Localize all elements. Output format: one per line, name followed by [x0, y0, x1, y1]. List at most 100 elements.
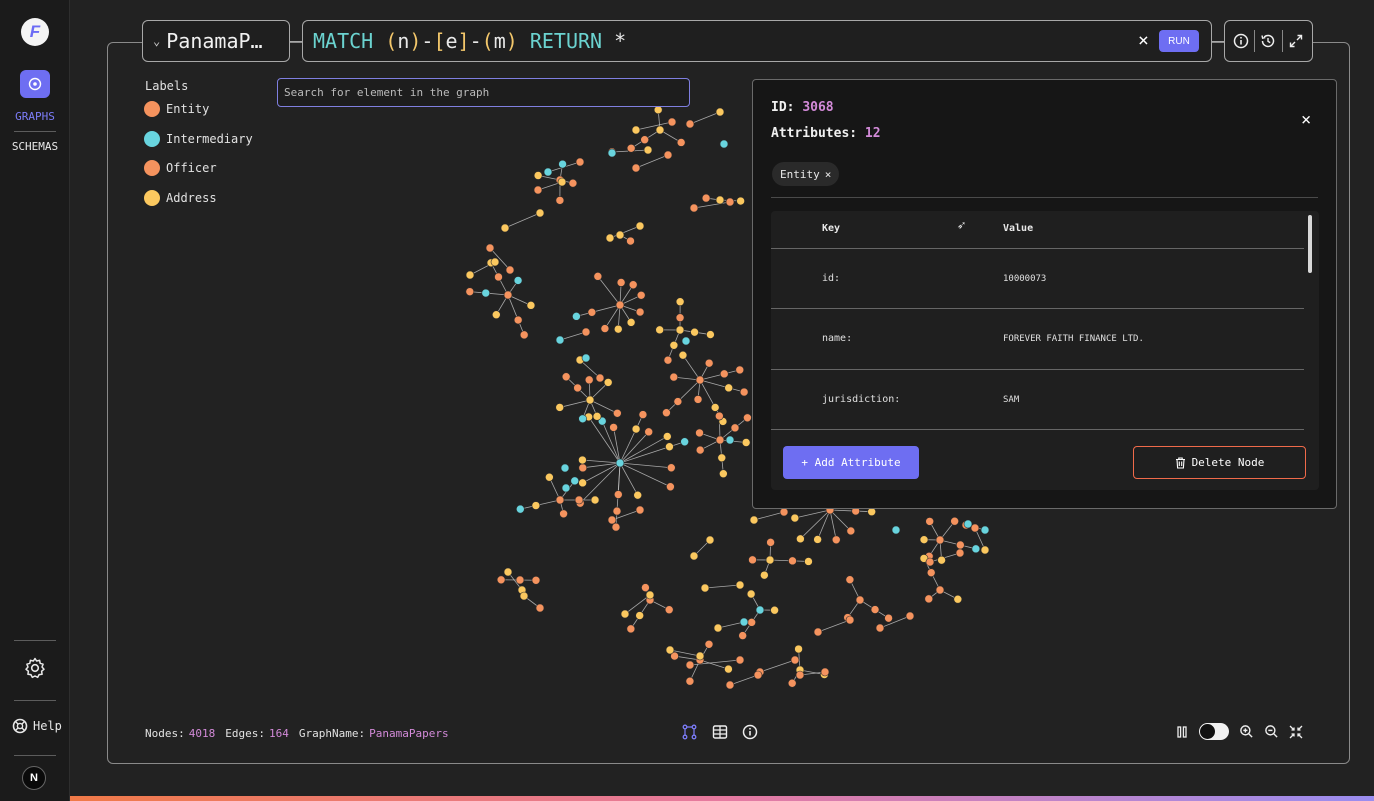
legend-label: Officer: [166, 161, 217, 175]
app-window: F GRAPHS SCHEMAS Help N ⌄ PanamaP… MATCH…: [0, 0, 1374, 801]
query-op: *: [614, 29, 627, 53]
help-label: Help: [33, 719, 62, 733]
attributes-count-value: 12: [864, 126, 881, 141]
graph-selector-dropdown[interactable]: ⌄ PanamaP…: [142, 20, 290, 62]
settings-gear-icon[interactable]: [23, 656, 47, 680]
query-keyword: MATCH: [313, 29, 374, 53]
table-row[interactable]: jurisdiction: SAM: [771, 370, 1304, 430]
expand-icon: [1289, 34, 1303, 48]
legend-item-officer[interactable]: Officer: [144, 160, 217, 176]
graphs-nav-button[interactable]: [20, 70, 50, 98]
delete-node-label: Delete Node: [1191, 456, 1265, 469]
info-button[interactable]: [1230, 30, 1252, 52]
attribute-key: id:: [822, 273, 841, 284]
add-attribute-button[interactable]: + Add Attribute: [783, 446, 919, 479]
chip-label: Entity: [780, 167, 820, 181]
divider: [1254, 30, 1256, 52]
logo-letter: F: [29, 22, 41, 41]
info-icon: [1233, 33, 1249, 49]
help-lifebuoy-icon: [12, 718, 28, 734]
query-var: m: [493, 29, 506, 53]
canvas-controls: [1175, 723, 1303, 740]
left-sidebar: F GRAPHS SCHEMAS Help N: [0, 0, 70, 801]
attribute-value: SAM: [1003, 395, 1020, 405]
query-paren: ): [409, 29, 422, 53]
clear-query-button[interactable]: ×: [1138, 30, 1149, 51]
attributes-label: Attributes:: [771, 126, 858, 141]
edges-label: Edges:: [225, 727, 265, 740]
divider: [1281, 30, 1283, 52]
graph-view-icon[interactable]: [682, 724, 698, 740]
node-id-label: ID:: [771, 100, 795, 115]
column-header-key: Key: [822, 223, 841, 234]
bottom-gradient-bar: [70, 796, 1374, 801]
schemas-nav-item[interactable]: SCHEMAS: [0, 140, 70, 153]
view-switcher: [682, 724, 758, 740]
label-chip-entity: Entity ×: [772, 162, 840, 186]
query-paren: ): [505, 29, 518, 53]
history-button[interactable]: [1257, 30, 1279, 52]
nav-divider: [14, 700, 56, 701]
trash-icon: [1175, 456, 1185, 469]
address-color-dot: [144, 190, 160, 206]
legend-item-intermediary[interactable]: Intermediary: [144, 131, 253, 147]
query-keyword: RETURN: [529, 29, 603, 53]
query-op: -: [469, 29, 482, 53]
query-bracket: [: [433, 29, 446, 53]
attribute-key: jurisdiction:: [822, 394, 901, 405]
table-row[interactable]: name: FOREVER FAITH FINANCE LTD.: [771, 309, 1304, 369]
table-scrollbar[interactable]: [1308, 215, 1312, 273]
close-panel-button[interactable]: ×: [1301, 110, 1311, 130]
metadata-info-icon[interactable]: [742, 724, 758, 740]
attributes-table: Key Value id: 10000073 name: FOREVER FAI…: [771, 211, 1319, 490]
nodes-count: 4018: [188, 727, 216, 740]
mouse-cursor-icon: ➶: [957, 218, 966, 234]
maximize-editor-button[interactable]: [1285, 30, 1307, 52]
attributes-count-line: Attributes: 12: [771, 126, 881, 141]
zoom-in-icon[interactable]: [1239, 724, 1254, 739]
legend-item-entity[interactable]: Entity: [144, 101, 209, 117]
graphs-nav-label[interactable]: GRAPHS: [0, 110, 70, 123]
graphs-icon: [28, 77, 42, 91]
delete-node-button[interactable]: Delete Node: [1133, 446, 1306, 479]
table-row[interactable]: id: 10000073: [771, 249, 1304, 309]
node-id-line: ID: 3068: [771, 100, 834, 115]
graph-selector-value: PanamaP…: [166, 29, 263, 53]
center-fit-icon[interactable]: [1289, 725, 1303, 739]
attribute-value: 10000073: [1003, 274, 1047, 284]
animation-pause-icon[interactable]: [1175, 725, 1189, 739]
query-op: -: [421, 29, 434, 53]
chip-remove-button[interactable]: ×: [825, 168, 832, 181]
legend-label: Address: [166, 191, 217, 205]
graphname-label: GraphName:: [298, 727, 366, 740]
history-icon: [1261, 34, 1275, 48]
graph-search-input[interactable]: [277, 78, 690, 107]
query-var: e: [445, 29, 458, 53]
query-paren: (: [385, 29, 398, 53]
node-id-value: 3068: [802, 100, 834, 115]
user-avatar[interactable]: N: [22, 766, 46, 790]
officer-color-dot: [144, 160, 160, 176]
graph-status-bar: Nodes: 4018 Edges: 164 GraphName: PanamaPap…: [145, 727, 455, 740]
column-header-value: Value: [1003, 223, 1034, 234]
attribute-key: name:: [822, 333, 853, 344]
nav-divider: [14, 755, 56, 756]
divider: [771, 197, 1318, 198]
nodes-label: Nodes:: [145, 727, 185, 740]
legend-label: Intermediary: [166, 132, 253, 146]
legend-item-address[interactable]: Address: [144, 190, 217, 206]
query-editor[interactable]: MATCH (n) -[e] -(m) RETURN *: [302, 20, 1212, 62]
app-logo[interactable]: F: [21, 18, 49, 46]
help-button[interactable]: Help: [12, 718, 62, 734]
toolbar-connector: [1212, 41, 1224, 42]
legend-title: Labels: [145, 79, 189, 93]
edges-count: 164: [269, 727, 289, 740]
intermediary-color-dot: [144, 131, 160, 147]
chevron-down-icon: ⌄: [153, 34, 161, 48]
animation-toggle[interactable]: [1199, 723, 1229, 740]
zoom-out-icon[interactable]: [1264, 724, 1279, 739]
nav-divider: [14, 640, 56, 641]
table-view-icon[interactable]: [712, 724, 728, 740]
nav-divider: [14, 131, 56, 132]
run-query-button[interactable]: RUN: [1159, 30, 1199, 52]
